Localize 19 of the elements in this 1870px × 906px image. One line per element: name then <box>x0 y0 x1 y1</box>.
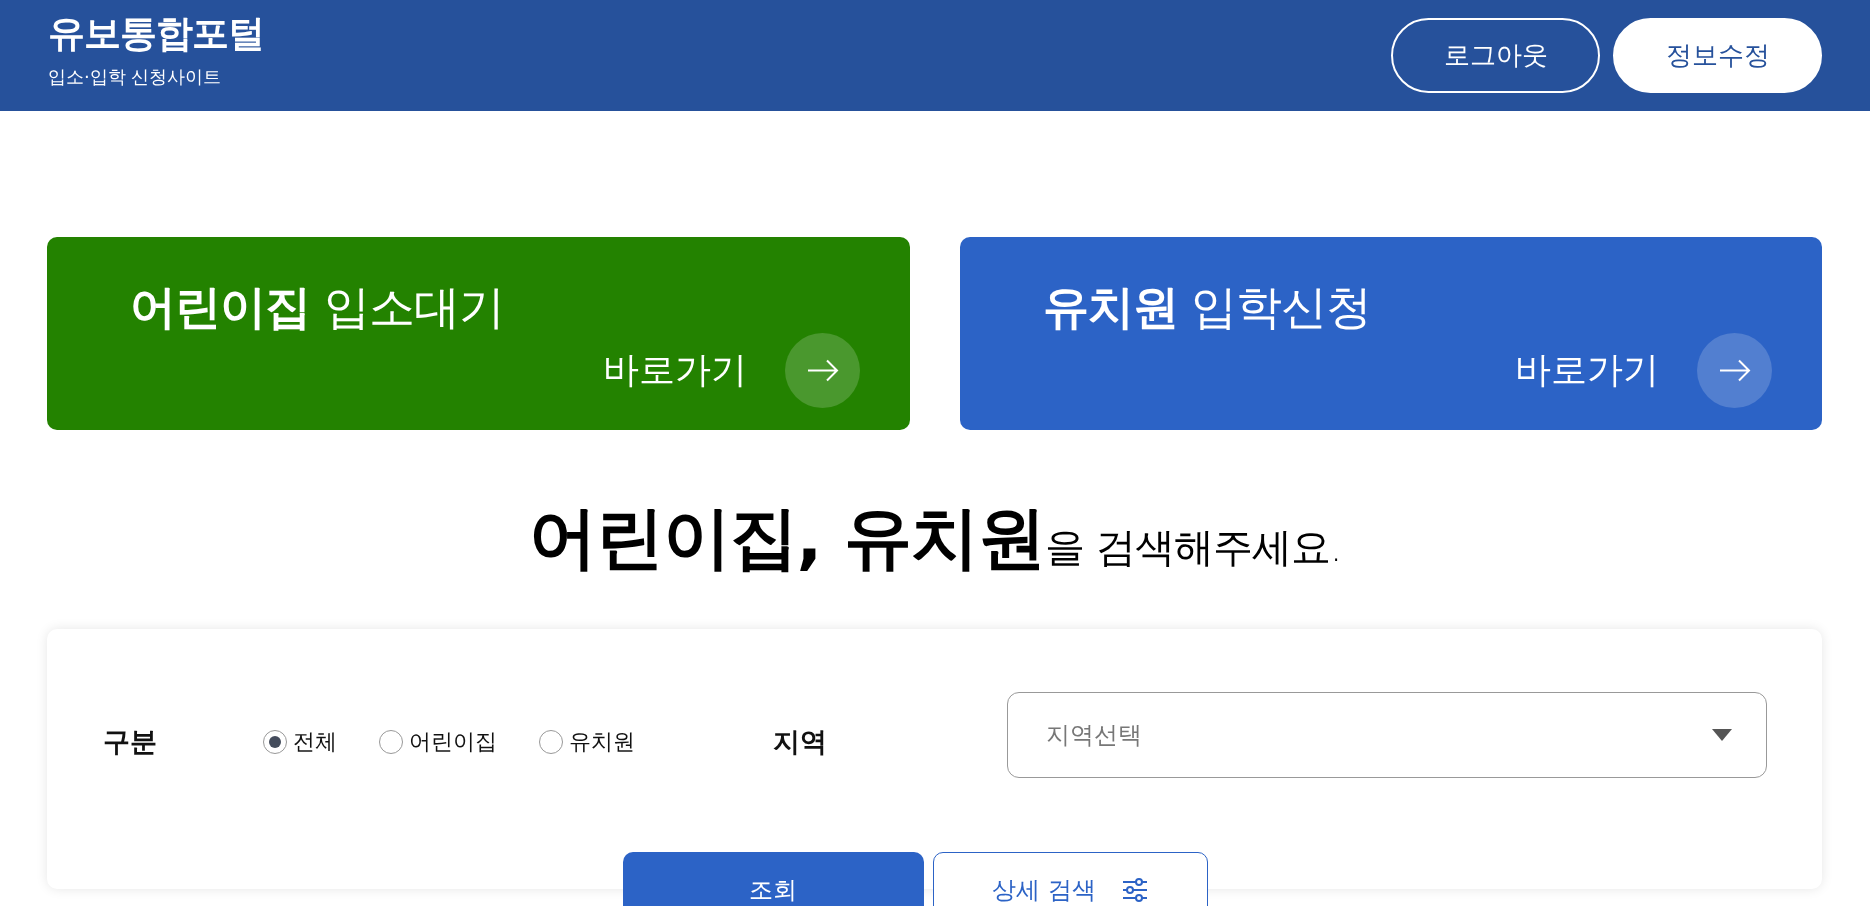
card-title: 어린이집 입소대기 <box>130 279 505 336</box>
shortcut-link[interactable]: 바로가기 <box>602 333 860 408</box>
search-button[interactable]: 조회 <box>622 852 924 906</box>
type-label: 구분 <box>103 725 157 760</box>
radio-option[interactable]: 전체 <box>263 727 337 758</box>
region-dropdown[interactable]: 지역선택 <box>1007 692 1767 779</box>
header-button[interactable]: 로그아웃 <box>1391 18 1600 93</box>
shortcut-link[interactable]: 바로가기 <box>1515 333 1772 408</box>
caret-icon <box>1712 729 1732 742</box>
card-title: 유치원 입학신청 <box>1042 279 1373 336</box>
search-heading: 어린이집, 유치원을 검색해주세요. <box>527 497 1343 579</box>
region-label: 지역 <box>773 725 827 760</box>
radio-option[interactable]: 유치원 <box>539 727 635 758</box>
header-button[interactable]: 정보수정 <box>1613 18 1822 93</box>
radio-option[interactable]: 어린이집 <box>379 727 497 758</box>
sliders-icon <box>1121 878 1148 903</box>
site-title: 유보통합포털 <box>48 10 264 57</box>
site-subtitle: 입소·입학 신청사이트 <box>48 64 223 89</box>
search-button[interactable]: 상세 검색 <box>932 852 1208 906</box>
